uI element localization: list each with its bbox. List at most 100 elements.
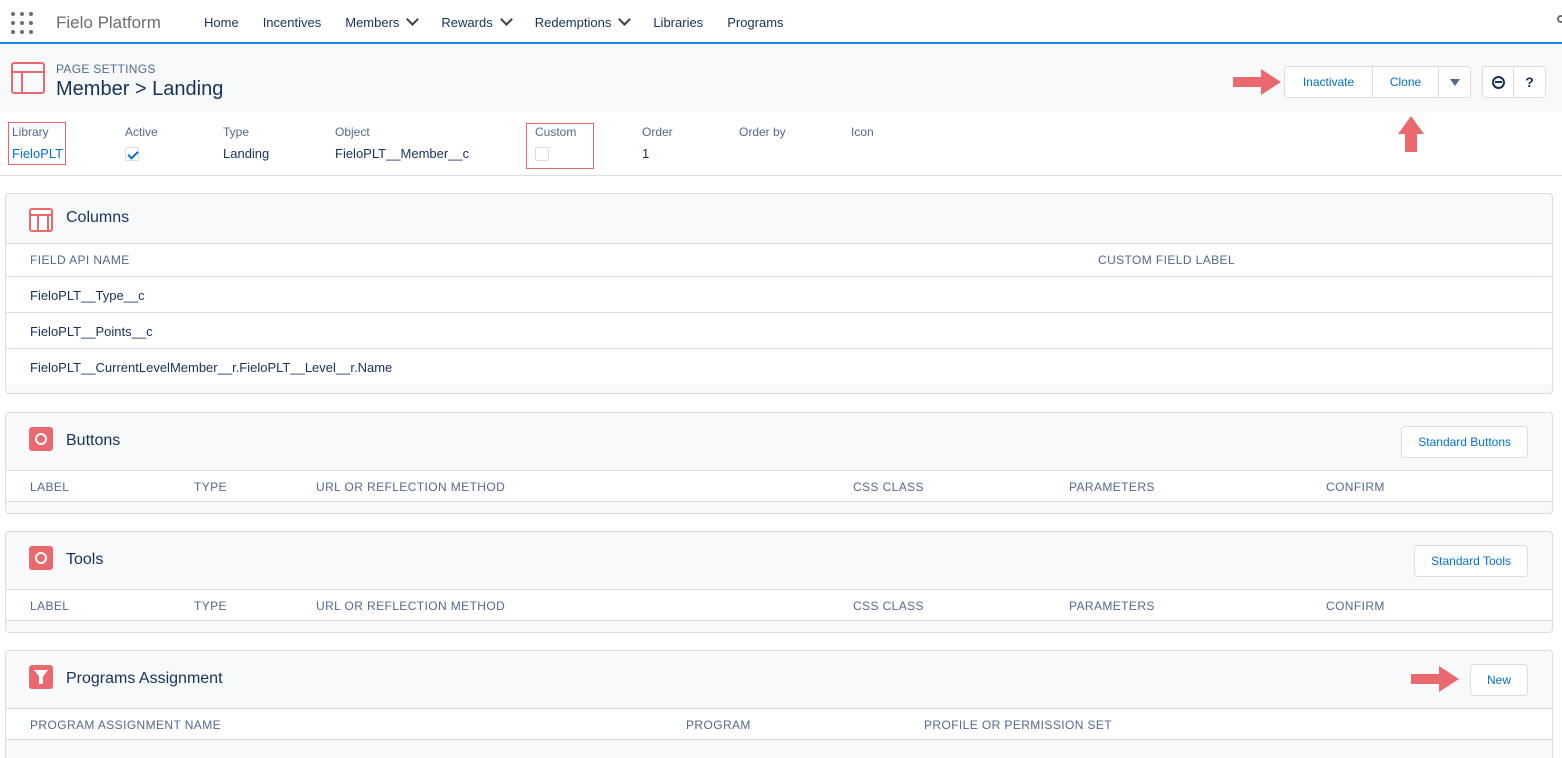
nav-tab-libraries[interactable]: Libraries <box>641 0 715 44</box>
field-value: 1 <box>642 146 650 161</box>
field-active: Active <box>125 125 158 161</box>
funnel-icon <box>29 665 53 689</box>
card-header: Buttons Standard Buttons <box>6 413 1552 463</box>
column-header[interactable]: TYPE <box>194 480 227 494</box>
card-header: Columns <box>6 194 1552 244</box>
new-button[interactable]: New <box>1469 664 1528 696</box>
customer-support-button[interactable] <box>1482 66 1514 98</box>
header-utility-group: ? <box>1482 66 1546 98</box>
nav-tab-members[interactable]: Members <box>333 0 429 44</box>
nav-tab-incentives[interactable]: Incentives <box>251 0 334 44</box>
table-row: FieloPLT__CurrentLevelMember__r.FieloPLT… <box>6 348 1552 384</box>
card-header: Tools Standard Tools <box>6 532 1552 582</box>
app-name: Fielo Platform <box>56 13 161 32</box>
column-header[interactable]: FIELD API NAME <box>30 253 130 267</box>
columns-table: FIELD API NAME CUSTOM FIELD LABEL FieloP… <box>6 243 1552 384</box>
field-icon: Icon <box>851 125 874 146</box>
field-object: Object FieloPLT__Member__c <box>335 125 469 161</box>
field-order-by: Order by <box>739 125 786 146</box>
table-row: FieloPLT__Points__c <box>6 312 1552 348</box>
column-header[interactable]: LABEL <box>30 480 69 494</box>
gear-icon <box>29 427 53 451</box>
card-title: Programs Assignment <box>66 670 223 687</box>
nav-tab-label: Rewards <box>441 14 493 30</box>
gear-icon <box>29 546 53 570</box>
user-menu-icon[interactable] <box>1557 15 1562 23</box>
table-cell: FieloPLT__CurrentLevelMember__r.FieloPLT… <box>30 360 393 375</box>
custom-checkbox <box>535 147 549 161</box>
table-cell: FieloPLT__Type__c <box>30 288 145 303</box>
annotation-arrow-right-icon <box>1233 69 1281 95</box>
tools-table-header: LABEL TYPE URL OR REFLECTION METHOD CSS … <box>6 589 1552 621</box>
nav-tab-label: Programs <box>727 14 784 30</box>
page-title: Member > Landing <box>56 78 224 100</box>
record-header: PAGE SETTINGS Member > Landing Inactivat… <box>0 46 1562 176</box>
table-cell: FieloPLT__Points__c <box>30 324 153 339</box>
column-header[interactable]: PARAMETERS <box>1069 599 1155 613</box>
field-type: Type Landing <box>223 125 269 161</box>
programs-table-header: PROGRAM ASSIGNMENT NAME PROGRAM PROFILE … <box>6 708 1552 740</box>
card-title: Columns <box>66 209 130 226</box>
field-library: Library FieloPLT <box>12 125 63 161</box>
chevron-down-icon[interactable] <box>499 13 513 26</box>
field-label: Library <box>12 125 49 139</box>
header-action-group: Inactivate Clone <box>1284 66 1471 98</box>
column-header[interactable]: PROGRAM <box>686 718 751 732</box>
field-label: Custom <box>535 125 577 139</box>
columns-icon <box>29 208 53 232</box>
inactivate-button[interactable]: Inactivate <box>1284 66 1373 98</box>
column-header[interactable]: CUSTOM FIELD LABEL <box>1098 253 1235 267</box>
buttons-table-header: LABEL TYPE URL OR REFLECTION METHOD CSS … <box>6 470 1552 502</box>
column-header[interactable]: CSS CLASS <box>853 480 924 494</box>
nav-tab-label: Members <box>345 14 400 30</box>
field-label: Icon <box>851 125 874 139</box>
page-settings-icon <box>11 62 45 94</box>
nav-tab-label: Home <box>204 14 239 30</box>
column-header[interactable]: CSS CLASS <box>853 599 924 613</box>
column-header[interactable]: URL OR REFLECTION METHOD <box>316 599 505 613</box>
nav-tab-programs[interactable]: Programs <box>715 0 795 44</box>
column-header[interactable]: TYPE <box>194 599 227 613</box>
standard-buttons-button[interactable]: Standard Buttons <box>1401 426 1528 458</box>
highlights-fields: Library FieloPLT Active Type Landing Obj… <box>0 112 1562 176</box>
programs-assignment-card: Programs Assignment New PROGRAM ASSIGNME… <box>5 650 1553 758</box>
help-button[interactable]: ? <box>1514 66 1546 98</box>
app-launcher-waffle-icon[interactable] <box>11 12 33 34</box>
column-header[interactable]: PARAMETERS <box>1069 480 1155 494</box>
field-label: Object <box>335 125 370 139</box>
global-nav: Fielo Platform Home Incentives Members R… <box>0 0 1562 44</box>
column-header[interactable]: LABEL <box>30 599 69 613</box>
clone-button[interactable]: Clone <box>1373 66 1439 98</box>
nav-tabs: Home Incentives Members Rewards Redempti… <box>192 0 796 44</box>
buttons-card: Buttons Standard Buttons LABEL TYPE URL … <box>5 412 1553 514</box>
nav-tab-redemptions[interactable]: Redemptions <box>523 0 642 44</box>
field-label: Order <box>642 125 673 139</box>
column-header[interactable]: CONFIRM <box>1326 599 1385 613</box>
field-value: FieloPLT__Member__c <box>335 146 470 161</box>
chevron-down-icon[interactable] <box>406 13 420 26</box>
card-title: Tools <box>66 551 104 568</box>
more-actions-button[interactable] <box>1439 66 1471 98</box>
caret-down-icon <box>1449 78 1460 86</box>
nav-tab-home[interactable]: Home <box>192 0 251 44</box>
nav-tab-rewards[interactable]: Rewards <box>429 0 522 44</box>
column-header[interactable]: PROGRAM ASSIGNMENT NAME <box>30 718 221 732</box>
card-header: Programs Assignment New <box>6 651 1552 701</box>
field-label: Order by <box>739 125 786 139</box>
nav-tab-label: Libraries <box>653 14 704 30</box>
field-label: Type <box>223 125 250 139</box>
columns-card: Columns FIELD API NAME CUSTOM FIELD LABE… <box>5 193 1553 394</box>
library-link[interactable]: FieloPLT <box>12 146 63 161</box>
column-header[interactable]: PROFILE OR PERMISSION SET <box>924 718 1112 732</box>
support-agent-icon <box>1491 75 1505 89</box>
field-order: Order 1 <box>642 125 673 161</box>
standard-tools-button[interactable]: Standard Tools <box>1414 545 1528 577</box>
tools-card: Tools Standard Tools LABEL TYPE URL OR R… <box>5 531 1553 633</box>
chevron-down-icon[interactable] <box>618 13 632 26</box>
column-header[interactable]: URL OR REFLECTION METHOD <box>316 480 505 494</box>
header-title-bar: PAGE SETTINGS Member > Landing Inactivat… <box>0 46 1562 152</box>
nav-tab-label: Incentives <box>262 14 322 30</box>
column-header[interactable]: CONFIRM <box>1326 480 1385 494</box>
table-header-row: FIELD API NAME CUSTOM FIELD LABEL <box>6 244 1552 276</box>
object-type-label: PAGE SETTINGS <box>56 62 156 76</box>
